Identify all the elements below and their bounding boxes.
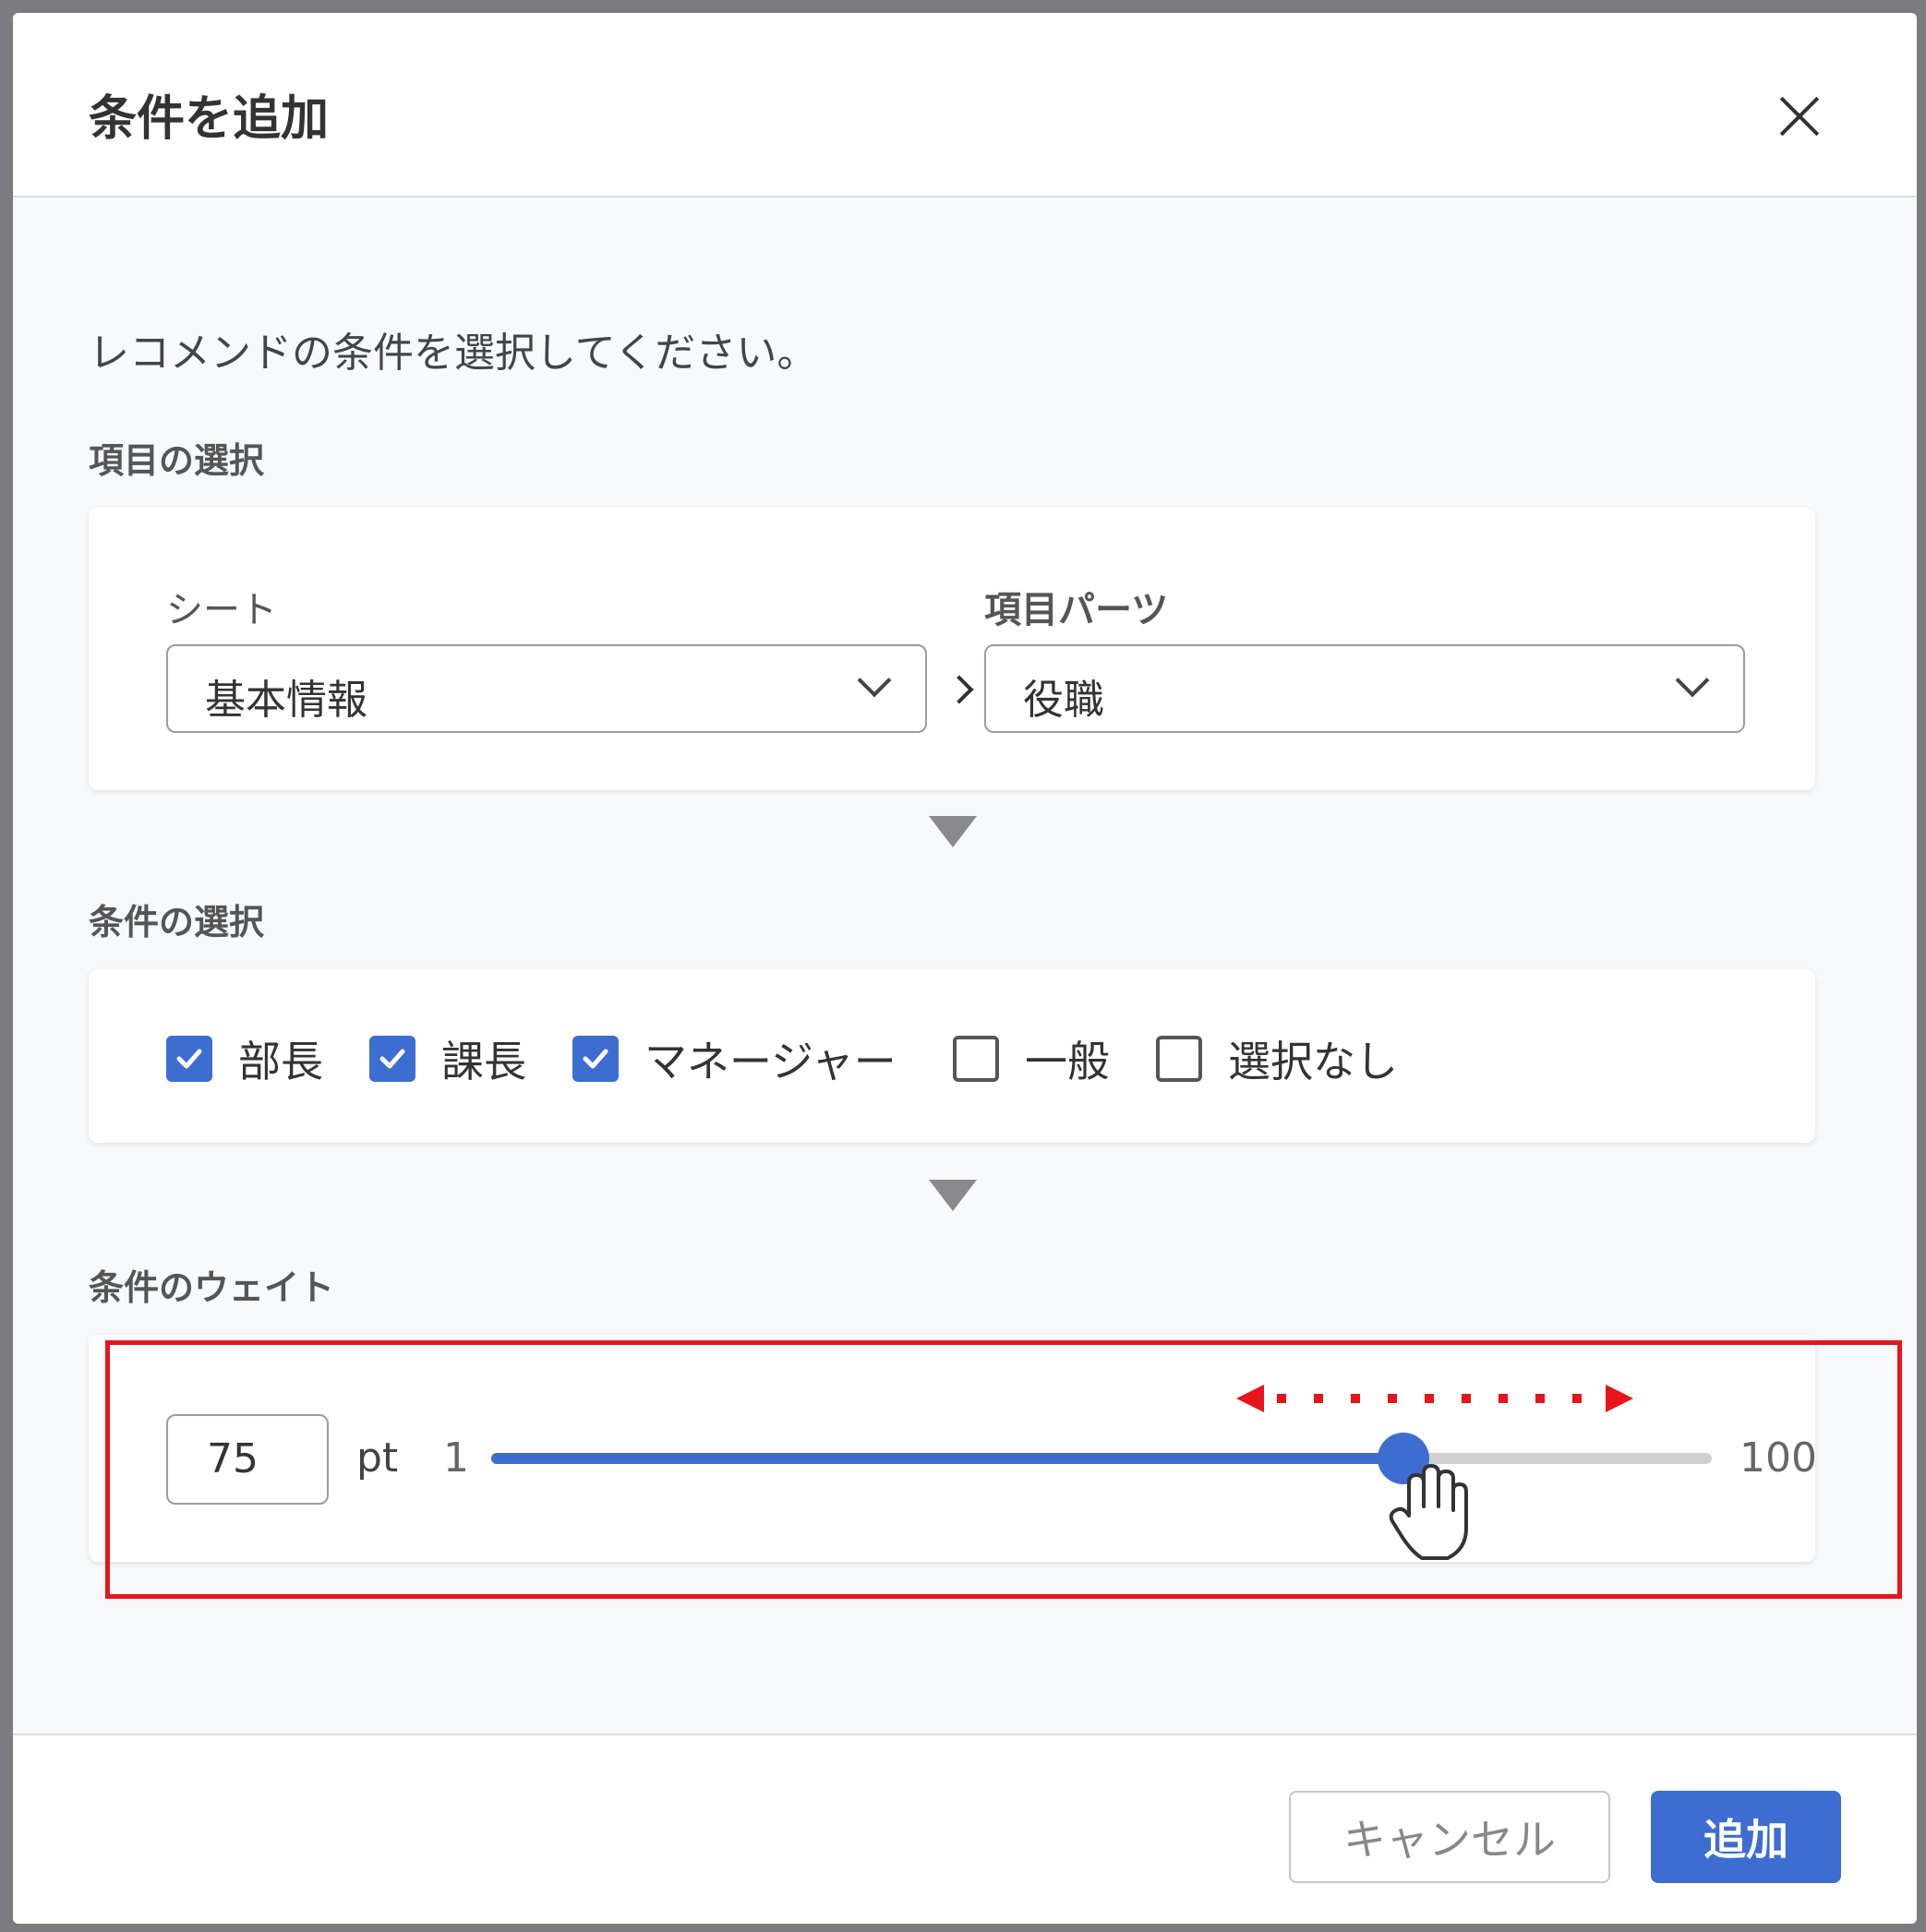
item-part-select-value: 役職 [1023, 677, 1104, 724]
item-part-select[interactable]: 役職 [984, 644, 1745, 733]
flow-arrow-icon [929, 1180, 977, 1211]
sheet-select-value: 基本情報 [205, 677, 367, 724]
condition-checkbox-option[interactable]: 選択なし [1156, 1028, 1398, 1089]
condition-checkbox-label: 課長 [441, 1037, 526, 1086]
condition-checkbox-label: 部長 [238, 1037, 323, 1086]
chevron-right-icon [945, 675, 974, 704]
chevron-down-icon [857, 663, 892, 698]
checkbox-checked-icon[interactable] [572, 1036, 619, 1082]
cancel-button[interactable]: キャンセル [1289, 1791, 1610, 1883]
close-icon[interactable] [1772, 89, 1827, 144]
condition-checkbox-option[interactable]: 課長 [369, 1028, 526, 1089]
checkbox-checked-icon[interactable] [369, 1036, 415, 1082]
dialog-description: レコメンドの条件を選択してください。 [89, 330, 818, 377]
item-part-label: 項目パーツ [984, 589, 1169, 631]
flow-arrow-icon [929, 816, 977, 847]
checkbox-unchecked-icon[interactable] [953, 1036, 999, 1082]
condition-checkbox-label: 選択なし [1228, 1037, 1398, 1086]
condition-checkbox-option[interactable]: 部長 [166, 1028, 323, 1089]
dialog-title: 条件を追加 [89, 91, 330, 147]
weight-section-label: 条件のウェイト [89, 1267, 335, 1308]
checkbox-checked-icon[interactable] [166, 1036, 212, 1082]
condition-checkbox-label: マネージャー [644, 1037, 897, 1086]
condition-selection-label: 条件の選択 [89, 902, 265, 942]
item-selection-card: シート 基本情報 項目パーツ 役職 [89, 508, 1815, 790]
add-condition-dialog: 条件を追加 レコメンドの条件を選択してください。 項目の選択 シート 基本情報 … [13, 13, 1917, 1924]
item-selection-label: 項目の選択 [89, 440, 265, 481]
checkbox-unchecked-icon[interactable] [1156, 1036, 1202, 1082]
condition-checkbox-label: 一般 [1025, 1037, 1110, 1086]
sheet-label: シート [166, 589, 277, 631]
condition-checkbox-option[interactable]: マネージャー [572, 1028, 897, 1089]
chevron-down-icon [1675, 663, 1710, 698]
add-button[interactable]: 追加 [1651, 1791, 1841, 1883]
condition-checkbox-option[interactable]: 一般 [953, 1028, 1110, 1089]
sheet-select[interactable]: 基本情報 [166, 644, 927, 733]
highlight-box [105, 1340, 1902, 1599]
dialog-header: 条件を追加 [13, 13, 1917, 198]
condition-selection-card: 部長 課長 マネージャー 一般 選択なし [89, 969, 1815, 1143]
dialog-footer: キャンセル 追加 [13, 1734, 1917, 1924]
